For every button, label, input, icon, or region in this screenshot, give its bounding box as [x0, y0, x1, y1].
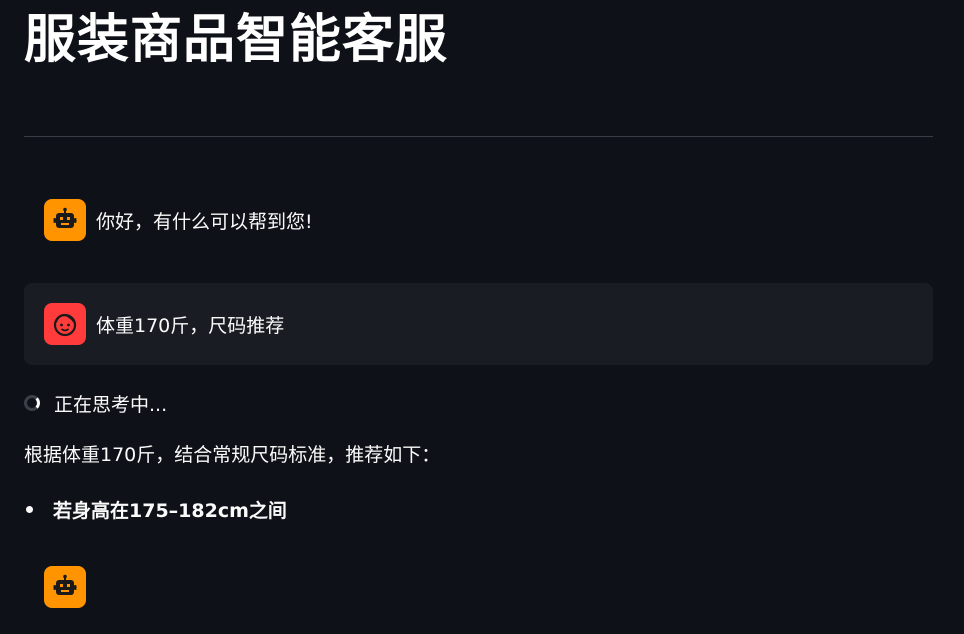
chat-page: 服装商品智能客服 你好，有什么可以帮到您! 体重170斤，尺码推荐 正在思考中.… — [0, 0, 964, 634]
bullet-icon — [26, 505, 33, 513]
status-text: 正在思考中... — [54, 393, 168, 416]
thinking-status: 正在思考中... — [24, 388, 167, 418]
spinner-icon — [24, 395, 40, 411]
list-item: 若身高在175–182cm之间 — [24, 494, 287, 524]
chat-message-assistant — [24, 562, 933, 612]
page-title: 服装商品智能客服 — [24, 10, 449, 70]
message-text: 你好，有什么可以帮到您! — [96, 210, 313, 233]
chat-message-user: 体重170斤，尺码推荐 — [24, 283, 933, 365]
chat-message-assistant: 你好，有什么可以帮到您! — [24, 196, 933, 244]
robot-icon — [44, 199, 86, 241]
answer-text: 根据体重170斤，结合常规尺码标准，推荐如下： — [24, 444, 441, 466]
message-text: 体重170斤，尺码推荐 — [96, 314, 285, 337]
user-face-icon — [44, 303, 86, 345]
robot-icon — [44, 566, 86, 608]
divider — [24, 136, 933, 137]
list-item-text: 若身高在175–182cm之间 — [53, 499, 287, 522]
